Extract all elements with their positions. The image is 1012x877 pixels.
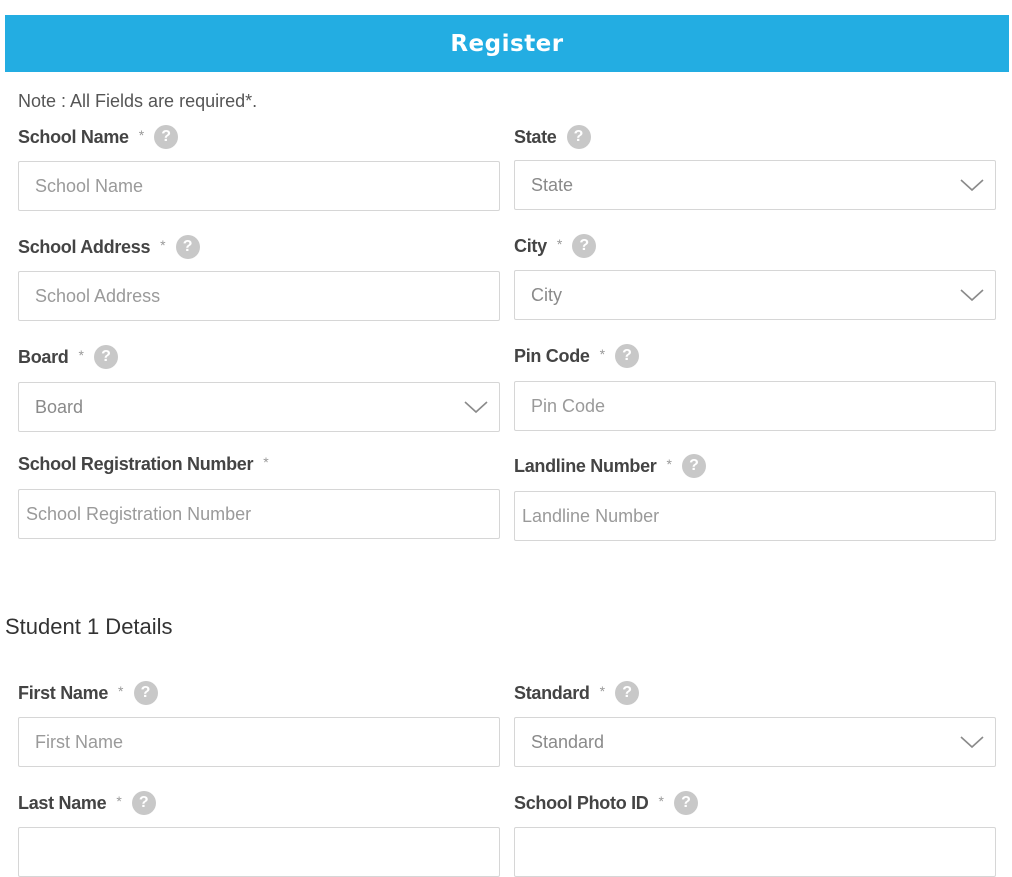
landline-number-input[interactable]	[515, 492, 995, 540]
help-icon[interactable]: ?	[615, 681, 640, 705]
school-address-input-box	[18, 271, 500, 321]
standard-field: Standard * ?	[514, 680, 640, 706]
student-section-title: Student 1 Details	[5, 614, 173, 639]
help-icon[interactable]: ?	[175, 235, 200, 259]
required-asterisk: *	[666, 456, 672, 472]
chevron-down-icon	[464, 401, 488, 414]
registration-number-input-box	[18, 489, 500, 539]
page-title: Register	[450, 30, 564, 57]
last-name-field: Last Name * ?	[18, 790, 156, 816]
landline-number-label: Landline Number	[514, 455, 657, 476]
required-asterisk: *	[556, 236, 563, 252]
landline-number-field: Landline Number * ?	[514, 453, 706, 479]
pin-code-field: Pin Code * ?	[514, 343, 640, 369]
help-icon[interactable]: ?	[681, 454, 706, 478]
help-icon[interactable]: ?	[673, 791, 698, 815]
standard-label: Standard	[514, 682, 590, 703]
required-asterisk: *	[118, 683, 124, 699]
school-address-input[interactable]	[19, 272, 499, 320]
registration-number-input[interactable]	[19, 490, 499, 538]
school-name-label: School Name	[18, 126, 129, 147]
required-asterisk: *	[78, 347, 84, 363]
school-name-input[interactable]	[19, 162, 499, 210]
first-name-field: First Name * ?	[18, 680, 158, 706]
required-asterisk: *	[599, 683, 606, 699]
pin-code-label: Pin Code	[514, 345, 590, 366]
city-selected-value: City	[531, 284, 562, 305]
chevron-down-icon	[960, 179, 984, 192]
city-label: City	[514, 235, 547, 256]
help-icon[interactable]: ?	[566, 125, 591, 149]
chevron-down-icon	[960, 736, 984, 749]
required-asterisk: *	[658, 793, 664, 809]
help-icon[interactable]: ?	[615, 344, 640, 368]
board-selected-value: Board	[35, 396, 84, 417]
school-address-label: School Address	[18, 236, 151, 257]
city-field: City * ?	[514, 233, 597, 259]
required-asterisk: *	[599, 346, 606, 362]
standard-selected-value: Standard	[531, 731, 605, 752]
landline-number-input-box	[514, 491, 996, 541]
required-asterisk: *	[263, 454, 269, 470]
state-field: State ?	[514, 124, 591, 150]
city-select[interactable]: City	[514, 270, 996, 320]
board-select[interactable]: Board	[18, 382, 500, 432]
register-header: Register	[5, 15, 1009, 72]
help-icon[interactable]: ?	[133, 681, 158, 705]
required-asterisk: *	[116, 793, 122, 809]
school-address-field: School Address * ?	[18, 234, 200, 260]
school-name-field: School Name * ?	[18, 124, 179, 150]
help-icon[interactable]: ?	[154, 125, 179, 149]
help-icon[interactable]: ?	[131, 791, 156, 815]
school-photo-id-field: School Photo ID * ?	[514, 790, 698, 816]
registration-number-label: School Registration Number	[18, 453, 254, 474]
first-name-input-box	[18, 717, 500, 767]
registration-number-field: School Registration Number *	[18, 451, 269, 477]
pin-code-input-box	[514, 381, 996, 431]
required-note: Note : All Fields are required*.	[18, 91, 258, 111]
required-asterisk: *	[160, 237, 166, 253]
help-icon[interactable]: ?	[93, 345, 118, 369]
school-photo-id-input-box[interactable]	[514, 827, 996, 877]
state-label: State	[514, 126, 557, 147]
school-photo-id-label: School Photo ID	[514, 792, 649, 813]
first-name-input[interactable]	[19, 718, 499, 766]
first-name-label: First Name	[18, 682, 109, 703]
state-select[interactable]: State	[514, 160, 996, 210]
pin-code-input[interactable]	[515, 382, 995, 430]
chevron-down-icon	[960, 289, 984, 302]
help-icon[interactable]: ?	[572, 234, 597, 258]
board-field: Board * ?	[18, 344, 118, 370]
school-name-input-box	[18, 161, 500, 211]
state-selected-value: State	[531, 174, 574, 195]
last-name-input[interactable]	[19, 828, 499, 876]
last-name-input-box	[18, 827, 500, 877]
board-label: Board	[18, 346, 69, 367]
required-asterisk: *	[138, 127, 145, 143]
standard-select[interactable]: Standard	[514, 717, 996, 767]
last-name-label: Last Name	[18, 792, 107, 813]
